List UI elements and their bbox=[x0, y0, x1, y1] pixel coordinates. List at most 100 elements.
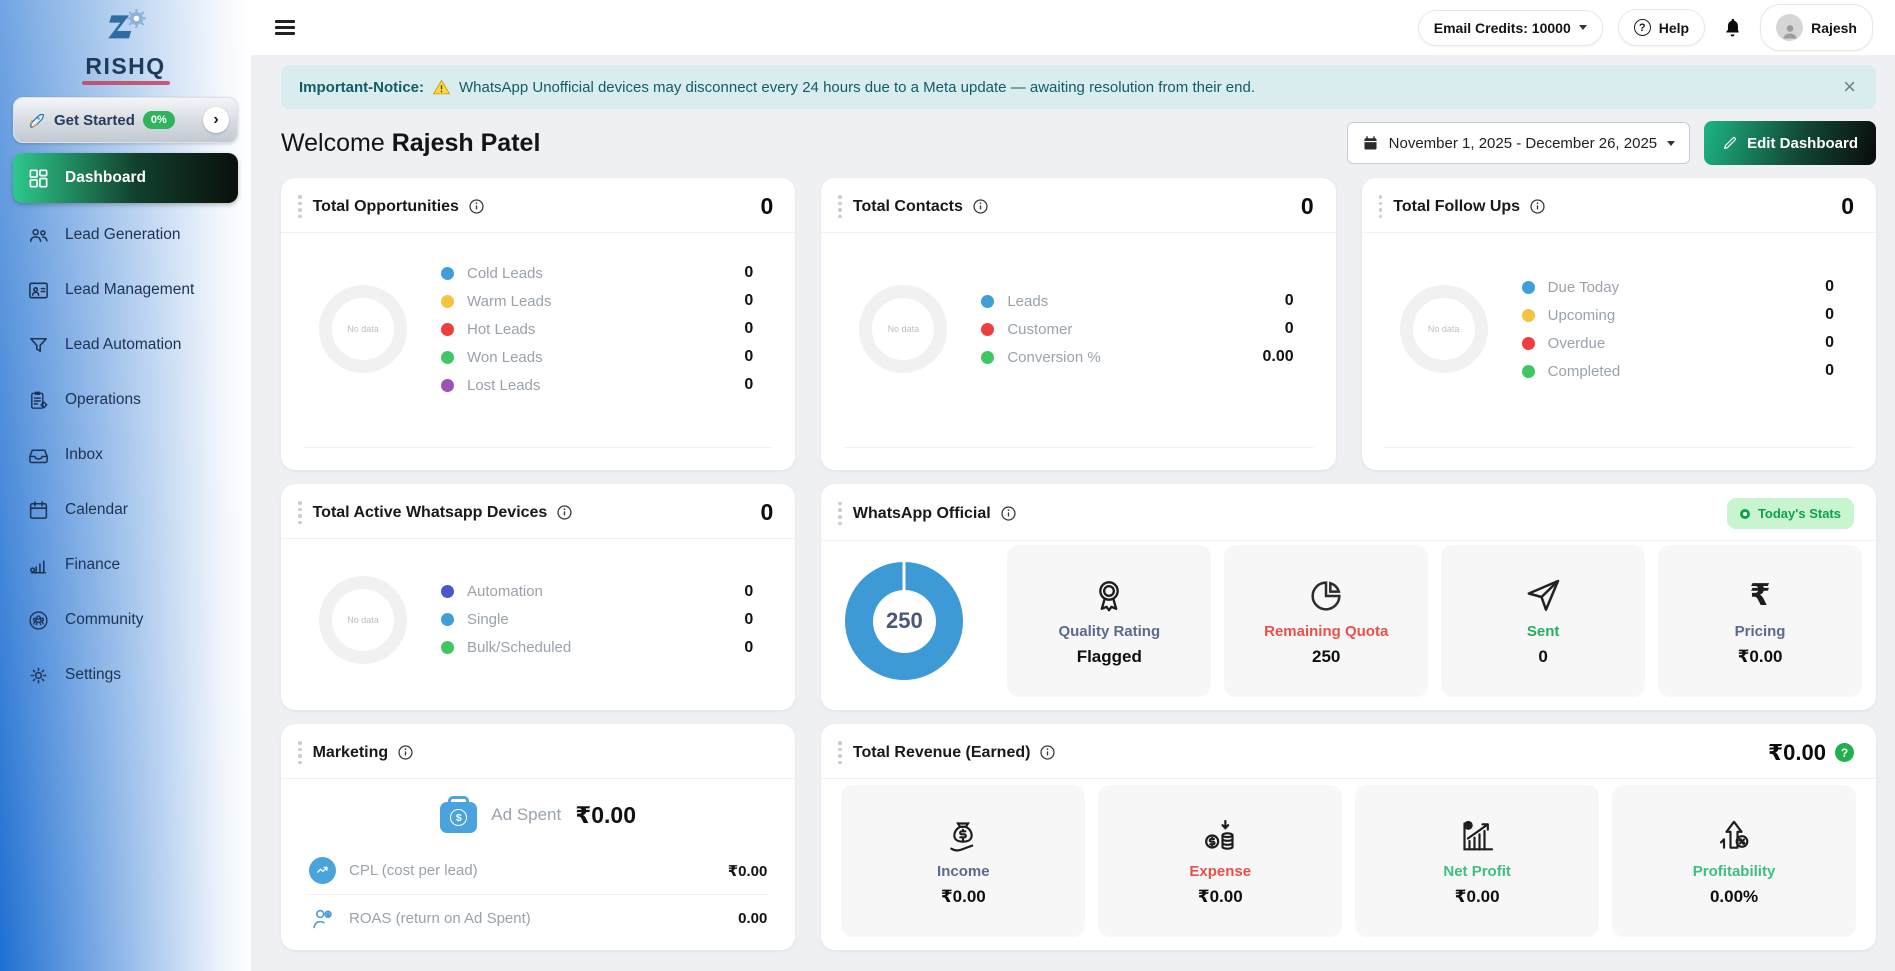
info-icon[interactable] bbox=[397, 744, 414, 761]
drag-handle-icon[interactable] bbox=[836, 738, 844, 767]
app-root: RISHQ Get Started 0% › Dashboard Lead Ge… bbox=[0, 0, 1895, 971]
drag-handle-icon[interactable] bbox=[836, 499, 844, 528]
card-total-value: 0 bbox=[1841, 193, 1854, 220]
divider bbox=[303, 447, 774, 448]
legend-dot bbox=[981, 322, 995, 336]
avatar bbox=[1776, 14, 1804, 41]
donut-chart-empty: No data bbox=[859, 285, 948, 374]
card-header: Total Active Whatsapp Devices 0 bbox=[281, 484, 796, 540]
sidebar-item-settings[interactable]: Settings bbox=[13, 652, 238, 698]
notice-title: Important-Notice: bbox=[299, 78, 424, 96]
info-icon[interactable] bbox=[1039, 744, 1056, 761]
card-total-revenue: Total Revenue (Earned) ₹0.00 ? Income ₹0… bbox=[821, 724, 1876, 950]
legend-value: 0 bbox=[1825, 278, 1834, 296]
legend-dot bbox=[981, 350, 995, 364]
user-name-label: Rajesh bbox=[1811, 19, 1857, 36]
info-icon[interactable] bbox=[1529, 198, 1546, 215]
user-menu-button[interactable]: Rajesh bbox=[1760, 4, 1873, 51]
info-icon[interactable] bbox=[972, 198, 989, 215]
sidebar-nav: Dashboard Lead Generation Lead Managemen… bbox=[13, 153, 238, 707]
sidebar-item-label: Lead Generation bbox=[65, 226, 181, 244]
sidebar-item-finance[interactable]: Finance bbox=[13, 542, 238, 588]
sidebar-item-calendar[interactable]: Calendar bbox=[13, 487, 238, 533]
drag-handle-icon[interactable] bbox=[1377, 192, 1385, 221]
sidebar-item-lead-automation[interactable]: Lead Automation bbox=[13, 322, 238, 368]
tile-value: ₹0.00 bbox=[1737, 646, 1783, 666]
email-credits-button[interactable]: Email Credits: 10000 bbox=[1417, 9, 1603, 46]
topbar: Email Credits: 10000 ? Help Rajesh bbox=[251, 0, 1895, 55]
sidebar-item-dashboard[interactable]: Dashboard bbox=[13, 153, 238, 204]
notifications-bell-icon[interactable] bbox=[1720, 14, 1745, 41]
sidebar-item-label: Operations bbox=[65, 391, 141, 409]
legend-label: Completed bbox=[1547, 362, 1621, 380]
cpl-row: CPL (cost per lead) ₹0.00 bbox=[307, 847, 769, 894]
legend-dot bbox=[441, 322, 454, 336]
tile-value: ₹0.00 bbox=[940, 886, 986, 906]
drag-handle-icon[interactable] bbox=[296, 498, 304, 527]
legend-value: 0 bbox=[744, 376, 754, 394]
ad-spent-briefcase-icon: $ bbox=[440, 796, 478, 834]
sidebar-item-operations[interactable]: Operations bbox=[13, 377, 238, 423]
profitability-icon bbox=[1719, 820, 1749, 849]
finance-icon bbox=[29, 560, 46, 574]
sidebar-item-inbox[interactable]: Inbox bbox=[13, 432, 238, 478]
legend-value: 0 bbox=[1284, 292, 1294, 310]
legend-dot bbox=[441, 378, 454, 392]
close-icon[interactable]: × bbox=[1841, 76, 1858, 98]
card-header: WhatsApp Official Today's Stats bbox=[821, 484, 1876, 541]
brand-name: RISHQ bbox=[85, 53, 166, 79]
revenue-total: ₹0.00 ? bbox=[1768, 740, 1854, 766]
legend-dot bbox=[441, 266, 454, 280]
legend-row: Overdue 0 bbox=[1521, 329, 1834, 357]
sidebar-item-lead-management[interactable]: Lead Management bbox=[13, 267, 238, 313]
legend-label: Warm Leads bbox=[467, 292, 552, 310]
legend-row: Hot Leads 0 bbox=[441, 315, 753, 343]
sidebar-item-community[interactable]: Community bbox=[13, 597, 238, 643]
legend-dot bbox=[1521, 308, 1535, 322]
help-button[interactable]: ? Help bbox=[1617, 9, 1706, 46]
card-total-value: 0 bbox=[760, 193, 774, 220]
date-range-value: November 1, 2025 - December 26, 2025 bbox=[1388, 134, 1658, 152]
tile-value: ₹0.00 bbox=[1454, 886, 1500, 906]
legend-value: 0 bbox=[744, 292, 754, 310]
tile-label: Remaining Quota bbox=[1264, 622, 1389, 640]
drag-handle-icon[interactable] bbox=[296, 192, 304, 221]
drag-handle-icon[interactable] bbox=[296, 738, 304, 767]
lead-automation-icon bbox=[30, 337, 47, 352]
legend-value: 0 bbox=[1825, 334, 1834, 352]
question-circle-icon[interactable]: ? bbox=[1834, 743, 1854, 763]
card-title: Total Contacts bbox=[852, 197, 963, 215]
card-total-value: 0 bbox=[760, 499, 774, 526]
hamburger-menu-icon[interactable] bbox=[275, 17, 301, 39]
question-circle-icon: ? bbox=[1633, 19, 1651, 36]
legend-row: Cold Leads 0 bbox=[441, 259, 753, 287]
info-icon[interactable] bbox=[468, 198, 485, 215]
card-title: Total Follow Ups bbox=[1393, 197, 1521, 215]
info-icon[interactable] bbox=[556, 504, 573, 521]
card-whatsapp-official: WhatsApp Official Today's Stats 250 Qual… bbox=[821, 484, 1876, 710]
tile-label: Net Profit bbox=[1443, 862, 1511, 880]
card-total-follow-ups: Total Follow Ups 0 No data Due Today 0 U… bbox=[1361, 178, 1876, 470]
tile-label: Profitability bbox=[1692, 862, 1776, 880]
tile-value: 0.00% bbox=[1709, 886, 1759, 906]
info-icon[interactable] bbox=[1000, 505, 1017, 522]
sidebar-item-lead-generation[interactable]: Lead Generation bbox=[13, 212, 238, 258]
email-credits-label: Email Credits: 10000 bbox=[1433, 19, 1571, 36]
tile-net-profit: Net Profit ₹0.00 bbox=[1355, 785, 1600, 938]
rupee-icon: ₹ bbox=[1749, 578, 1771, 612]
legend-row: Automation 0 bbox=[441, 578, 753, 606]
legend-row: Leads 0 bbox=[981, 287, 1294, 315]
no-data-label: No data bbox=[1427, 324, 1460, 335]
drag-handle-icon[interactable] bbox=[836, 192, 844, 221]
pencil-icon bbox=[1723, 137, 1737, 150]
date-range-picker[interactable]: November 1, 2025 - December 26, 2025 bbox=[1346, 122, 1691, 164]
legend-label: Upcoming bbox=[1547, 306, 1616, 324]
card-body: No data Due Today 0 Upcoming 0 Overdue 0… bbox=[1362, 233, 1876, 447]
card-header: Marketing bbox=[281, 724, 796, 780]
chevron-right-icon[interactable]: › bbox=[203, 107, 229, 134]
legend-dot bbox=[1521, 364, 1535, 378]
get-started-button[interactable]: Get Started 0% › bbox=[13, 97, 238, 144]
legend-label: Lost Leads bbox=[467, 376, 541, 394]
edit-dashboard-button[interactable]: Edit Dashboard bbox=[1704, 121, 1876, 165]
send-icon bbox=[1527, 579, 1560, 611]
